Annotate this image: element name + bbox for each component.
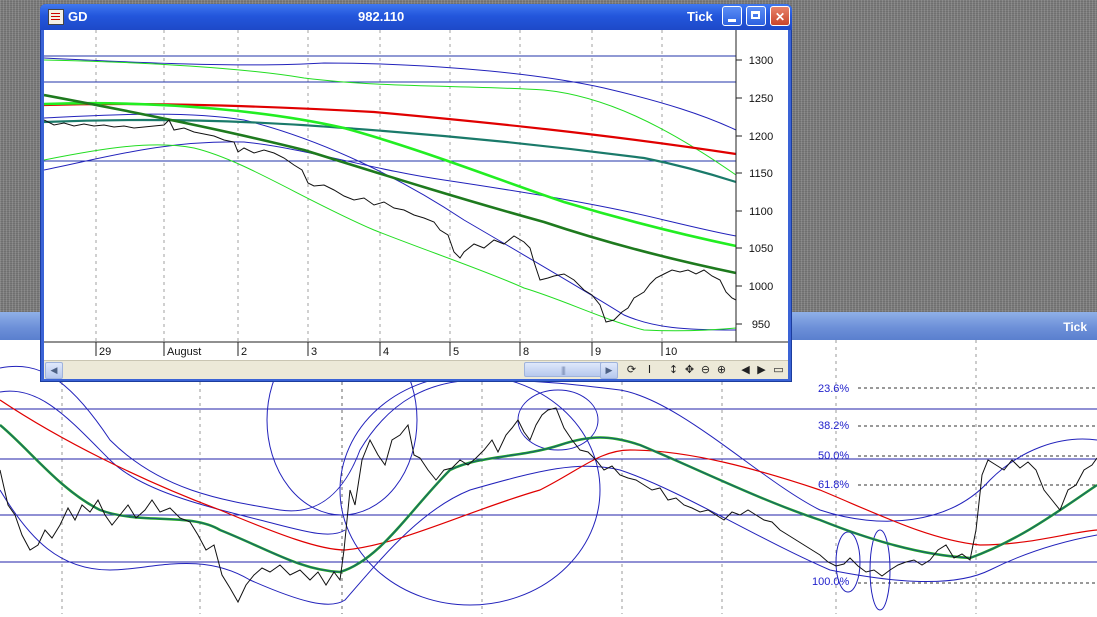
chart-window[interactable]: GD 982.110 Tick ✕ 1300 1250 1200 1150 11… [40,4,792,382]
window-mode: Tick [687,9,713,24]
left-arrow-icon: ◀ [50,365,58,375]
y-tick-1150: 1150 [749,168,773,180]
y-tick-1000: 1000 [749,281,773,293]
green-ma [0,424,1097,574]
chart-client-area[interactable]: 1300 1250 1200 1150 1100 1050 1000 950 2… [43,30,788,378]
maximize-icon [751,11,760,19]
x-label-10: 10 [665,346,677,358]
y-tick-1100: 1100 [749,206,773,218]
red-ma [0,399,1097,551]
x-label-4: 4 [383,346,389,358]
close-icon: ✕ [774,10,786,24]
window-symbol: GD [68,9,88,24]
horizontal-scrollbar[interactable]: ◀ ▶ ⟳ I ↕ ✥ ⊖ ⊕ ◀ ▶ ▭ [44,360,788,379]
y-tick-1200: 1200 [749,131,773,143]
fib-label-38: 38.2% [818,420,850,432]
bottom-pane-title: Tick [1063,320,1087,334]
close-button[interactable]: ✕ [770,6,790,26]
x-label-3: 3 [311,346,317,358]
maximize-button[interactable] [746,6,766,26]
fib-label-23: 23.6% [818,383,850,395]
fib-dashes [858,387,1097,584]
panel-icon[interactable]: ▭ [771,362,786,377]
x-label-9: 9 [595,346,601,358]
scroll-right-button[interactable]: ▶ [600,362,618,379]
x-label-8: 8 [523,346,529,358]
x-label-5: 5 [453,346,459,358]
x-label-29: 29 [99,346,111,358]
y-tick-1050: 1050 [749,243,773,255]
chart-window-titlebar[interactable]: GD 982.110 Tick ✕ [40,4,792,30]
vertical-scale-icon[interactable]: ↕ [666,362,681,377]
refresh-icon[interactable]: ⟳ [624,362,639,377]
cursor-icon[interactable]: I [642,362,657,377]
y-tick-1300: 1300 [749,55,773,67]
bottom-price-line [0,407,1097,604]
price-scale[interactable] [736,30,788,342]
fib-label-100: 100.0% [812,576,850,588]
fib-label-50: 50.0% [818,450,850,462]
scroll-left-button[interactable]: ◀ [45,362,63,379]
window-price: 982.110 [358,9,405,24]
back-icon[interactable]: ◀ [738,362,753,377]
minimize-button[interactable] [722,6,742,26]
fib-label-61: 61.8% [818,479,850,491]
y-tick-1250: 1250 [749,93,773,105]
top-chart-canvas: 1300 1250 1200 1150 1100 1050 1000 950 2… [43,30,788,360]
pan-icon[interactable]: ✥ [682,362,697,377]
right-arrow-icon: ▶ [605,365,613,375]
zoom-out-icon[interactable]: ⊖ [698,362,713,377]
zoom-in-icon[interactable]: ⊕ [714,362,729,377]
forward-icon[interactable]: ▶ [754,362,769,377]
minimize-icon [728,19,736,22]
chart-app-icon[interactable] [48,9,64,25]
x-label-august: August [167,346,201,358]
y-tick-950: 950 [752,319,770,331]
x-label-2: 2 [241,346,247,358]
